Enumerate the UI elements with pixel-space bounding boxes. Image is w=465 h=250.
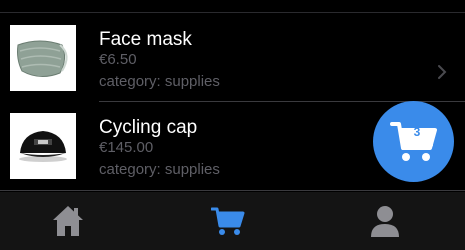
home-icon xyxy=(53,206,83,236)
product-category: category: supplies xyxy=(99,73,220,90)
product-title: Face mask xyxy=(99,29,192,50)
product-category: category: supplies xyxy=(99,161,220,178)
product-title: Cycling cap xyxy=(99,117,198,138)
chevron-right-icon xyxy=(438,65,447,79)
product-row-face-mask[interactable]: Face mask €6.50 category: supplies xyxy=(0,13,465,103)
cart-fab-button[interactable] xyxy=(373,101,454,182)
cart-icon xyxy=(210,207,245,235)
tab-bar xyxy=(0,192,465,250)
cycling-cap-image xyxy=(10,113,76,179)
person-icon xyxy=(371,206,399,237)
product-price: €6.50 xyxy=(99,51,137,68)
tab-cart[interactable] xyxy=(210,204,245,238)
face-mask-image xyxy=(10,25,76,91)
tab-profile[interactable] xyxy=(368,204,402,238)
tab-home[interactable] xyxy=(51,204,85,238)
row-divider xyxy=(0,190,465,191)
product-price: €145.00 xyxy=(99,139,154,156)
cart-count-badge: 3 xyxy=(413,125,421,139)
